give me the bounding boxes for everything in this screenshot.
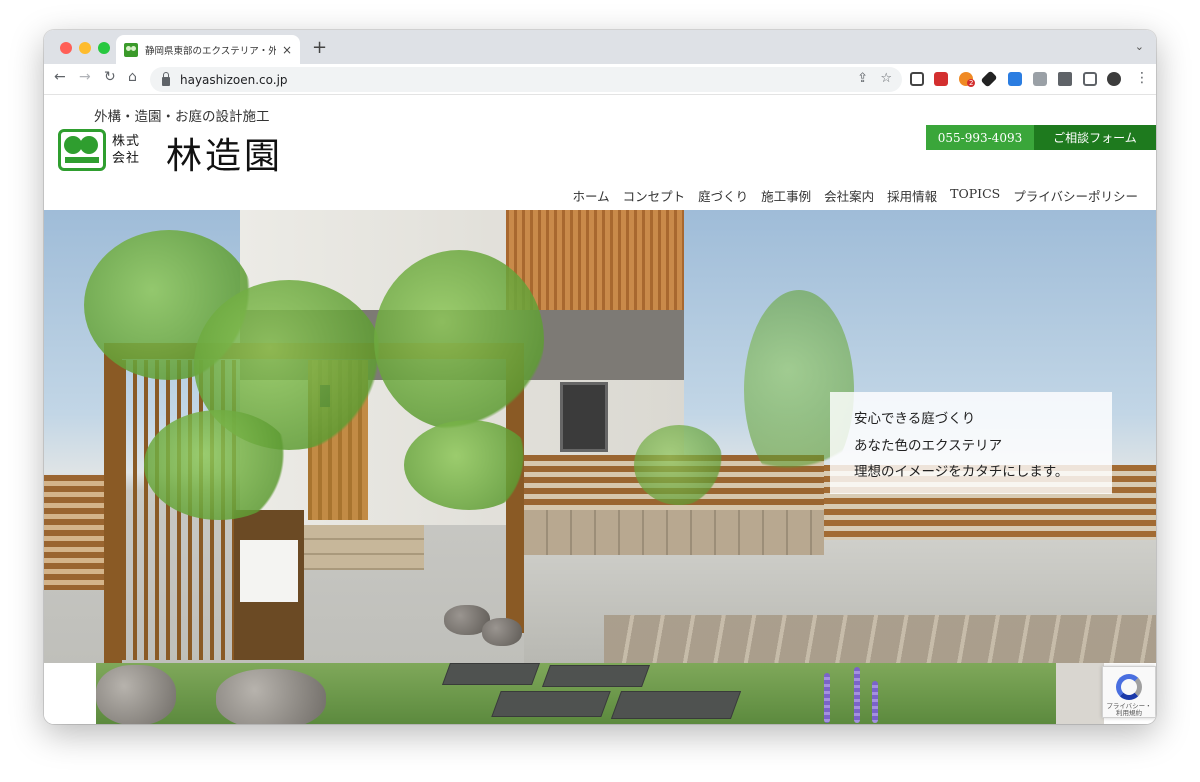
garden-rock: [482, 618, 522, 646]
hero-image: 安心できる庭づくり あなた色のエクステリア 理想のイメージをカタチにします。: [44, 210, 1156, 663]
window-controls: [60, 42, 110, 54]
paver-stones: [604, 615, 1156, 663]
browser-menu-icon[interactable]: ⋮: [1135, 70, 1149, 86]
nav-privacy-policy[interactable]: プライバシーポリシー: [1013, 186, 1138, 205]
recaptcha-terms-link[interactable]: 利用規約: [1103, 710, 1155, 717]
back-button[interactable]: ←: [54, 69, 66, 85]
nav-garden-making[interactable]: 庭づくり: [698, 186, 748, 205]
lavender-flower: [824, 673, 830, 723]
nav-works[interactable]: 施工事例: [761, 186, 811, 205]
home-button[interactable]: ⌂: [128, 69, 137, 85]
side-panel-icon[interactable]: [1083, 72, 1097, 86]
hero-copy-box: 安心できる庭づくり あなた色のエクステリア 理想のイメージをカタチにします。: [830, 392, 1112, 494]
hero-line-2: あなた色のエクステリア: [854, 437, 1003, 454]
close-window-button[interactable]: [60, 42, 72, 54]
web-page: 外構・造園・お庭の設計施工 株式会社 林造園 055-993-4093 ご相談フ…: [44, 95, 1156, 724]
left-fence: [44, 475, 106, 590]
tab-bar: 静岡県東部のエクステリア・外構 × + ⌄: [44, 30, 1156, 64]
tree-foliage: [374, 250, 544, 430]
stepping-stone: [491, 691, 611, 717]
url-text[interactable]: hayashizoen.co.jp: [180, 73, 288, 87]
phone-button[interactable]: 055-993-4093: [926, 125, 1034, 150]
nav-recruit[interactable]: 採用情報: [887, 186, 937, 205]
mailbox-panel: [240, 540, 298, 602]
nav-concept[interactable]: コンセプト: [623, 186, 686, 205]
profile-avatar[interactable]: [1107, 72, 1121, 86]
address-bar[interactable]: hayashizoen.co.jp ⇪ ☆: [150, 67, 902, 92]
stepping-stone: [610, 691, 742, 719]
global-navigation: ホーム コンセプト 庭づくり 施工事例 会社案内 採用情報 TOPICS プライ…: [572, 186, 1138, 205]
tree-foliage: [144, 410, 294, 520]
nav-topics[interactable]: TOPICS: [950, 186, 1000, 205]
browser-toolbar: ← → ↻ ⌂ hayashizoen.co.jp ⇪ ☆ 2 ⋮: [44, 64, 1156, 95]
garden-rock: [96, 665, 176, 724]
garden-photo-strip: [96, 663, 1104, 724]
lavender-flower: [854, 667, 860, 723]
screen-capture-extension-icon[interactable]: [910, 72, 924, 86]
site-tagline: 外構・造園・お庭の設計施工: [94, 109, 270, 125]
share-icon[interactable]: ⇪: [857, 71, 868, 86]
stone-wall: [524, 510, 824, 555]
nav-home[interactable]: ホーム: [572, 186, 609, 205]
browser-window: 静岡県東部のエクステリア・外構 × + ⌄ ← → ↻ ⌂ hayashizoe…: [44, 30, 1156, 724]
hero-line-1: 安心できる庭づくり: [854, 411, 976, 427]
site-favicon-icon: [124, 42, 138, 57]
shrub: [634, 425, 724, 505]
pdf-extension-icon[interactable]: [934, 72, 948, 86]
tab-close-icon[interactable]: ×: [282, 43, 292, 57]
hero-line-3: 理想のイメージをカタチにします。: [854, 464, 1069, 480]
active-tab[interactable]: 静岡県東部のエクステリア・外構 ×: [116, 35, 300, 64]
page-gutter: [44, 663, 96, 724]
house-window: [560, 382, 608, 452]
tab-title: 静岡県東部のエクステリア・外構: [145, 45, 276, 57]
pen-extension-icon[interactable]: [980, 70, 998, 88]
stepping-stone: [541, 665, 651, 687]
camera-extension-icon[interactable]: [1033, 72, 1047, 86]
minimize-window-button[interactable]: [79, 42, 91, 54]
tab-search-chevron-icon[interactable]: ⌄: [1135, 40, 1144, 53]
extension-badge-count: 2: [967, 79, 976, 87]
pergola-post-left: [104, 343, 122, 663]
maximize-window-button[interactable]: [98, 42, 110, 54]
stepping-stone: [441, 663, 541, 685]
recaptcha-badge[interactable]: プライバシー・ 利用規約: [1102, 666, 1156, 718]
lavender-flower: [872, 681, 878, 723]
recaptcha-text: プライバシー・ 利用規約: [1103, 703, 1155, 717]
new-tab-button[interactable]: +: [312, 37, 327, 58]
lock-icon[interactable]: [162, 72, 170, 86]
bookmark-star-icon[interactable]: ☆: [880, 71, 892, 86]
logo-tree-right: [80, 136, 98, 154]
reload-button[interactable]: ↻: [104, 69, 116, 85]
consultation-form-button[interactable]: ご相談フォーム: [1034, 125, 1156, 150]
garden-wall: [1056, 663, 1104, 724]
company-name[interactable]: 林造園: [166, 127, 283, 179]
recaptcha-icon: [1116, 674, 1142, 700]
forward-button[interactable]: →: [79, 69, 91, 85]
tree-foliage: [404, 420, 534, 510]
nav-company[interactable]: 会社案内: [824, 186, 874, 205]
garden-rock: [216, 669, 326, 724]
extensions-puzzle-icon[interactable]: [1058, 72, 1072, 86]
entry-steps: [304, 525, 424, 570]
download-extension-icon[interactable]: [1008, 72, 1022, 86]
logo-ground-bar: [65, 157, 99, 163]
company-type-label: 株式会社: [112, 134, 141, 166]
company-logo-icon[interactable]: [58, 129, 106, 171]
